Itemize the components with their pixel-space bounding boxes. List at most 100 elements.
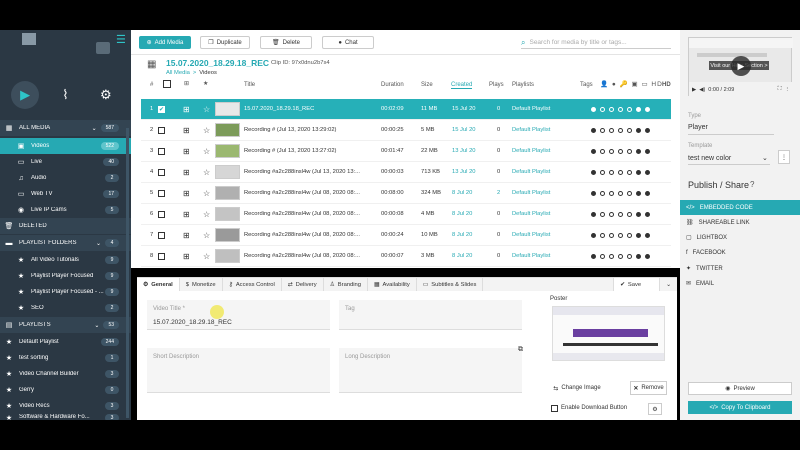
- tab-availability[interactable]: ▦ Availability: [368, 278, 417, 292]
- enable-download-checkbox[interactable]: [551, 405, 558, 412]
- template-select[interactable]: test new color: [688, 155, 731, 162]
- sidebar-item-webtv[interactable]: ▭ Web TV 17: [0, 186, 131, 202]
- star-icon[interactable]: ☆: [203, 105, 210, 114]
- chat-button[interactable]: ● Chat: [322, 36, 374, 49]
- more-vert-icon[interactable]: ⋮: [785, 87, 791, 93]
- table-row[interactable]: ⊞ ☆ 8 Recording #a2c288insl4w (Jul 08, 2020…: [141, 246, 671, 267]
- remove-button[interactable]: ✕ Remove: [630, 381, 667, 395]
- add-media-button[interactable]: ⊕ Add Media: [139, 36, 191, 49]
- sidebar-folder-item[interactable]: ★ All Video Tutorials 9: [0, 252, 131, 268]
- share-shareable-link[interactable]: ⛓ SHAREABLE LINK: [680, 215, 800, 230]
- star-icon[interactable]: ☆: [203, 168, 210, 177]
- search-input[interactable]: ⌕ Search for media by title or tags...: [521, 37, 671, 49]
- sidebar-playlist-item[interactable]: ★ Video Channel Builder 3: [0, 366, 131, 382]
- tab-branding[interactable]: ♙ Branding: [324, 278, 369, 292]
- save-button[interactable]: ✔ Save: [613, 278, 661, 292]
- table-row[interactable]: ⊞ ☆ 6 Recording #a2c288insl4w (Jul 08, 2020…: [141, 204, 671, 225]
- more-options-icon[interactable]: ⋮: [778, 150, 790, 164]
- settings-nav-icon[interactable]: ⚙: [92, 81, 120, 109]
- tag-field[interactable]: Tag: [339, 300, 522, 330]
- chevron-down-icon[interactable]: ⌄: [96, 240, 101, 247]
- change-image-button[interactable]: ⇆ Change Image: [550, 381, 604, 395]
- chevron-down-icon[interactable]: ⌄: [660, 278, 677, 292]
- sidebar-item-live[interactable]: ▭ Live 40: [0, 154, 131, 170]
- table-row[interactable]: ✔ ⊞ ☆ 1 15.07.2020_18.29.18_REC 00:02:09 11 MB…: [141, 99, 671, 120]
- col-playlists[interactable]: Playlists: [512, 82, 534, 88]
- sidebar-playlist-item[interactable]: ★ test sorting 1: [0, 350, 131, 366]
- sidebar-playlist-item[interactable]: ★ Software & Hardware Fo... 3: [0, 414, 131, 420]
- row-checkbox[interactable]: [158, 168, 165, 176]
- duplicate-button[interactable]: ❐ Duplicate: [200, 36, 250, 49]
- row-checkbox[interactable]: [158, 126, 165, 134]
- help-icon[interactable]: ?: [750, 180, 754, 189]
- sidebar-playlists[interactable]: ▤ PLAYLISTS ⌄ 53: [0, 317, 131, 333]
- chevron-down-icon[interactable]: ⌄: [94, 322, 99, 329]
- row-checkbox[interactable]: [158, 189, 165, 197]
- play-small-icon[interactable]: ▶: [692, 87, 696, 93]
- select-all-checkbox[interactable]: [163, 80, 171, 88]
- sidebar-folder-item[interactable]: ★ Playlist Player Focused - ... 9: [0, 284, 131, 300]
- row-checkbox[interactable]: [158, 252, 165, 260]
- sidebar-playlist-item[interactable]: ★ Video Recs 3: [0, 398, 131, 414]
- star-icon[interactable]: ☆: [203, 231, 210, 240]
- sidebar-item-videos[interactable]: ▣ Videos 522: [0, 138, 131, 154]
- sidebar-deleted[interactable]: 🗑 DELETED: [0, 218, 131, 234]
- row-checkbox[interactable]: [158, 147, 165, 155]
- share-twitter[interactable]: ✦ TWITTER: [680, 261, 800, 276]
- video-title-field[interactable]: Video Title * 15.07.2020_18.29.18_REC: [147, 300, 330, 330]
- row-checkbox[interactable]: [158, 231, 165, 239]
- video-preview[interactable]: Visit our Help Section > ▶ ▶ ◀) 0:00 / 2…: [688, 37, 793, 97]
- sidebar-scrollbar[interactable]: [126, 128, 129, 418]
- sidebar-item-audio[interactable]: ♫ Audio 2: [0, 170, 131, 186]
- star-icon[interactable]: ★: [203, 80, 208, 87]
- sidebar-item-live-ip-cams[interactable]: ◉ Live IP Cams 5: [0, 202, 131, 218]
- share-facebook[interactable]: f FACEBOOK: [680, 245, 800, 260]
- sidebar-folder-item[interactable]: ★ SEO 2: [0, 300, 131, 316]
- breadcrumb-root[interactable]: All Media: [166, 70, 190, 76]
- col-plays[interactable]: Plays: [489, 82, 504, 88]
- sidebar-folder-item[interactable]: ★ Playlist Player Focused 9: [0, 268, 131, 284]
- table-row[interactable]: ⊞ ☆ 4 Recording #a2c288insl4w (Jul 13, 2020…: [141, 162, 671, 183]
- media-nav-icon[interactable]: ▶: [11, 81, 40, 109]
- analytics-nav-icon[interactable]: ⌇: [51, 81, 79, 109]
- chevron-down-icon[interactable]: ⌄: [92, 125, 97, 132]
- col-created[interactable]: Created: [451, 82, 473, 89]
- copy-to-clipboard-button[interactable]: </> Copy To Clipboard: [688, 401, 792, 414]
- col-title[interactable]: Title: [244, 82, 255, 88]
- long-description-field[interactable]: Long Description: [339, 348, 522, 393]
- expand-icon[interactable]: ⧉: [518, 346, 523, 354]
- star-icon[interactable]: ☆: [203, 189, 210, 198]
- share-embedded-code[interactable]: </> EMBEDDED CODE: [680, 200, 800, 215]
- tab-general[interactable]: ⚙ General: [137, 278, 180, 292]
- tab-delivery[interactable]: ⇄ Delivery: [282, 278, 324, 292]
- chevron-down-icon[interactable]: ⌄: [762, 154, 768, 162]
- col-tags[interactable]: Tags: [580, 82, 593, 88]
- star-icon[interactable]: ☆: [203, 252, 210, 261]
- volume-icon[interactable]: ◀): [699, 87, 705, 93]
- delete-button[interactable]: 🗑 Delete: [260, 36, 312, 49]
- settings-button[interactable]: ⚙: [648, 403, 662, 415]
- table-row[interactable]: ⊞ ☆ 2 Recording # (Jul 13, 2020 13:29:02) 00…: [141, 120, 671, 141]
- fullscreen-icon[interactable]: ⛶: [778, 86, 782, 93]
- sidebar-playlist-folders[interactable]: ▬ PLAYLIST FOLDERS ⌄ 4: [0, 235, 131, 251]
- row-checkbox[interactable]: ✔: [158, 105, 165, 113]
- sidebar-playlist-item[interactable]: ★ Gerry 0: [0, 382, 131, 398]
- sidebar-all-media[interactable]: ▦ ALL MEDIA ⌄ 587: [0, 120, 131, 136]
- share-email[interactable]: ✉ EMAIL: [680, 276, 800, 291]
- tab-monetize[interactable]: $ Monetize: [180, 278, 223, 292]
- type-value[interactable]: Player: [688, 124, 708, 131]
- star-icon[interactable]: ☆: [203, 210, 210, 219]
- user-icon[interactable]: [96, 42, 110, 54]
- hamburger-menu-icon[interactable]: ☰: [116, 33, 126, 46]
- col-size[interactable]: Size: [421, 82, 433, 88]
- table-row[interactable]: ⊞ ☆ 3 Recording # (Jul 13, 2020 13:27:02) 00…: [141, 141, 671, 162]
- col-duration[interactable]: Duration: [381, 82, 404, 88]
- share-lightbox[interactable]: ▢ LIGHTBOX: [680, 230, 800, 245]
- tab-access-control[interactable]: ⚷ Access Control: [223, 278, 282, 292]
- star-icon[interactable]: ☆: [203, 126, 210, 135]
- star-icon[interactable]: ☆: [203, 147, 210, 156]
- row-checkbox[interactable]: [158, 210, 165, 218]
- table-row[interactable]: ⊞ ☆ 5 Recording #a2c288insl4w (Jul 08, 2020…: [141, 183, 671, 204]
- short-description-field[interactable]: Short Description: [147, 348, 330, 393]
- table-row[interactable]: ⊞ ☆ 7 Recording #a2c288insl4w (Jul 08, 2020…: [141, 225, 671, 246]
